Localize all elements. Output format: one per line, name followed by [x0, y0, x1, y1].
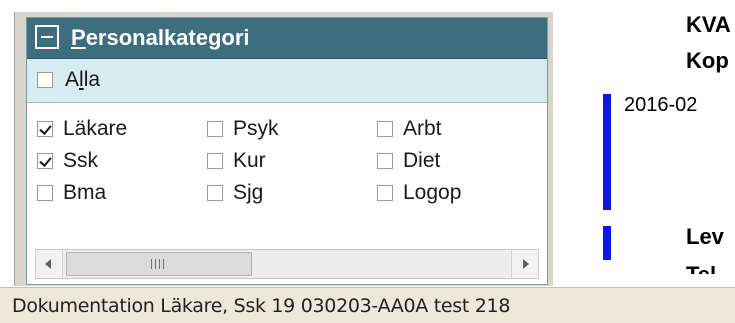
checkbox-label-l-kare: Läkare — [63, 117, 128, 140]
status-text: Dokumentation Läkare, Ssk 19 030203-AA0A… — [12, 295, 511, 317]
alla-row[interactable]: Alla — [27, 59, 547, 103]
panel-title-rest: ersonalkategori — [85, 25, 250, 50]
panel-title-accel: P — [71, 25, 86, 50]
marker-bar-2 — [603, 226, 611, 260]
alla-label: Alla — [65, 68, 100, 92]
checkbox-label-ssk: Ssk — [63, 149, 99, 172]
date-text: 2016-02 — [624, 94, 698, 116]
right-heading-2: Kop — [686, 48, 729, 73]
right-heading-3: Lev — [686, 224, 724, 249]
grip-icon — [151, 259, 167, 269]
scroll-right-button[interactable] — [511, 250, 538, 278]
category-grid: Läkare Psyk Arbt Ssk Kur Diet Bma Sjg Logop — [27, 103, 547, 246]
scroll-thumb[interactable] — [66, 252, 252, 276]
scroll-left-button[interactable] — [36, 250, 63, 278]
checkbox-label-kur: Kur — [233, 149, 266, 172]
checkbox-label-sjg: Sjg — [233, 181, 264, 204]
arrow-right-icon — [523, 259, 529, 269]
checkbox-l-kare[interactable] — [37, 121, 53, 137]
checkbox-ssk[interactable] — [37, 153, 53, 169]
arrow-left-icon — [45, 259, 51, 269]
checkbox-diet[interactable] — [377, 153, 393, 169]
checkbox-arbt[interactable] — [377, 121, 393, 137]
alla-label-start: A — [65, 68, 80, 91]
checkbox-label-psyk: Psyk — [233, 117, 279, 140]
status-bar: Dokumentation Läkare, Ssk 19 030203-AA0A… — [0, 287, 735, 323]
collapse-button[interactable] — [35, 25, 59, 49]
checkbox-sjg[interactable] — [207, 185, 223, 201]
personalkategori-panel: Personalkategori Alla Läkare Psyk Arbt Ssk K… — [26, 17, 548, 285]
checkbox-kur[interactable] — [207, 153, 223, 169]
checkbox-label-arbt: Arbt — [403, 117, 442, 140]
right-heading-4: Tel — [686, 262, 716, 274]
checkbox-psyk[interactable] — [207, 121, 223, 137]
right-heading-1: KVA — [686, 12, 731, 37]
panel-title: Personalkategori — [71, 24, 250, 52]
checkbox-bma[interactable] — [37, 185, 53, 201]
marker-bar-1 — [603, 94, 611, 210]
alla-label-end: la — [83, 68, 101, 91]
alla-checkbox[interactable] — [37, 72, 53, 88]
panel-header: Personalkategori — [27, 18, 547, 59]
checkbox-logop[interactable] — [377, 185, 393, 201]
checkbox-label-bma: Bma — [63, 181, 107, 204]
checkbox-label-diet: Diet — [403, 149, 441, 172]
checkbox-label-logop: Logop — [403, 181, 462, 204]
horizontal-scrollbar[interactable] — [35, 249, 539, 279]
